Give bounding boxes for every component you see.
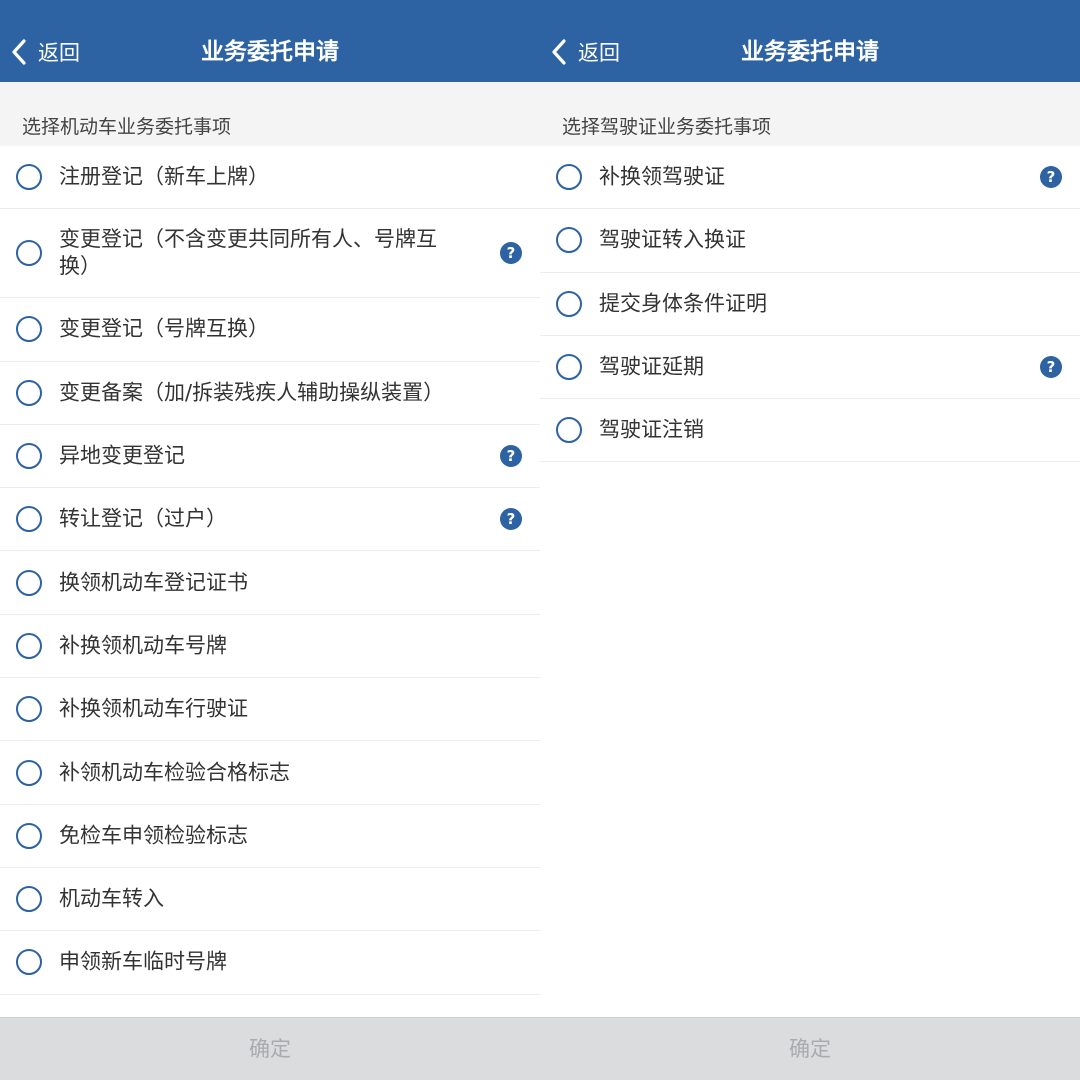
option-label: 变更登记（号牌互换） (59, 316, 269, 341)
question-circle-icon[interactable]: ? (1040, 166, 1062, 189)
radio-unchecked-icon[interactable] (16, 949, 42, 976)
option-label: 补换领机动车号牌 (59, 633, 227, 658)
radio-unchecked-icon[interactable] (16, 759, 42, 786)
option-row[interactable]: 补换领机动车行驶证 (0, 678, 540, 742)
option-row[interactable]: 注册登记（新车上牌） (0, 146, 540, 210)
radio-unchecked-icon[interactable] (16, 696, 42, 723)
section-title: 选择驾驶证业务委托事项 (562, 116, 772, 138)
radio-unchecked-icon[interactable] (16, 240, 42, 267)
radio-unchecked-icon[interactable] (16, 164, 42, 191)
option-label: 驾驶证转入换证 (599, 227, 746, 252)
radio-unchecked-icon[interactable] (16, 632, 42, 659)
option-row[interactable]: 驾驶证转入换证 (540, 209, 1080, 273)
option-label: 注册登记（新车上牌） (59, 164, 269, 189)
question-circle-icon[interactable]: ? (500, 508, 522, 531)
option-label: 免检车申领检验标志 (59, 823, 248, 848)
confirm-button[interactable]: 确定 (0, 1018, 540, 1080)
radio-unchecked-icon[interactable] (16, 379, 42, 406)
option-label: 驾驶证注销 (599, 417, 704, 442)
option-row[interactable]: 变更登记（不含变更共同所有人、号牌互换） ? (0, 209, 540, 299)
confirm-bar: 确定 (540, 1017, 1080, 1080)
option-row[interactable]: 免检车申领检验标志 (0, 804, 540, 868)
option-row[interactable]: 变更备案（加/拆装残疾人辅助操纵装置） (0, 361, 540, 425)
question-circle-icon[interactable]: ? (1040, 356, 1062, 379)
option-row[interactable]: 机动车转入 (0, 867, 540, 932)
option-label: 提交身体条件证明 (599, 291, 767, 316)
radio-unchecked-icon[interactable] (16, 443, 42, 470)
confirm-button[interactable]: 确定 (540, 1018, 1080, 1080)
radio-unchecked-icon[interactable] (556, 290, 582, 317)
option-label: 异地变更登记 (59, 443, 185, 468)
option-row[interactable]: 补换领机动车号牌 (0, 614, 540, 679)
top-nav-bar: 返回 业务委托申请 (540, 0, 1080, 82)
option-row[interactable]: 驾驶证延期 ? (540, 335, 1080, 400)
radio-unchecked-icon[interactable] (556, 227, 582, 254)
option-label: 变更登记（不含变更共同所有人、号牌互换） (59, 227, 437, 279)
vehicle-option-list: 注册登记（新车上牌） 变更登记（不含变更共同所有人、号牌互换） ? 变更登记（号… (0, 146, 540, 995)
radio-unchecked-icon[interactable] (556, 354, 582, 381)
question-circle-icon[interactable]: ? (500, 242, 522, 265)
radio-unchecked-icon[interactable] (556, 417, 582, 444)
option-row[interactable]: 补换领驾驶证 ? (540, 146, 1080, 210)
option-row[interactable]: 补领机动车检验合格标志 (0, 741, 540, 805)
option-label: 补领机动车检验合格标志 (59, 760, 290, 785)
question-circle-icon[interactable]: ? (500, 445, 522, 468)
page-title: 业务委托申请 (201, 39, 339, 65)
option-row[interactable]: 提交身体条件证明 (540, 272, 1080, 336)
license-option-list: 补换领驾驶证 ? 驾驶证转入换证 提交身体条件证明 驾驶证延期 ? 驾驶证注销 (540, 146, 1080, 463)
option-row[interactable]: 驾驶证注销 (540, 399, 1080, 463)
option-label: 换领机动车登记证书 (59, 570, 248, 595)
section-header: 选择驾驶证业务委托事项 (540, 82, 1080, 146)
option-label: 变更备案（加/拆装残疾人辅助操纵装置） (59, 380, 445, 405)
option-label: 驾驶证延期 (599, 354, 704, 379)
option-row[interactable]: 异地变更登记 ? (0, 424, 540, 489)
radio-unchecked-icon[interactable] (16, 886, 42, 913)
radio-unchecked-icon[interactable] (556, 164, 582, 191)
radio-unchecked-icon[interactable] (16, 506, 42, 533)
option-row[interactable]: 变更登记（号牌互换） (0, 298, 540, 362)
page-title: 业务委托申请 (741, 39, 879, 65)
option-label: 补换领机动车行驶证 (59, 696, 248, 721)
option-row[interactable]: 申领新车临时号牌 (0, 931, 540, 995)
radio-unchecked-icon[interactable] (16, 569, 42, 596)
section-title: 选择机动车业务委托事项 (22, 116, 232, 138)
option-label: 转让登记（过户） (59, 506, 227, 531)
license-panel: 返回 业务委托申请 选择驾驶证业务委托事项 补换领驾驶证 ? 驾驶证转入换证 提… (540, 0, 1080, 1080)
vehicle-panel: 返回 业务委托申请 选择机动车业务委托事项 注册登记（新车上牌） 变更登记（不含… (0, 0, 540, 1080)
section-header: 选择机动车业务委托事项 (0, 82, 540, 146)
option-label: 补换领驾驶证 (599, 164, 725, 189)
option-label: 机动车转入 (59, 886, 164, 911)
option-label: 申领新车临时号牌 (59, 949, 227, 974)
top-nav-bar: 返回 业务委托申请 (0, 0, 540, 82)
option-row[interactable]: 换领机动车登记证书 (0, 551, 540, 615)
radio-unchecked-icon[interactable] (16, 316, 42, 343)
radio-unchecked-icon[interactable] (16, 822, 42, 849)
option-row[interactable]: 转让登记（过户） ? (0, 488, 540, 552)
confirm-bar: 确定 (0, 1017, 540, 1080)
